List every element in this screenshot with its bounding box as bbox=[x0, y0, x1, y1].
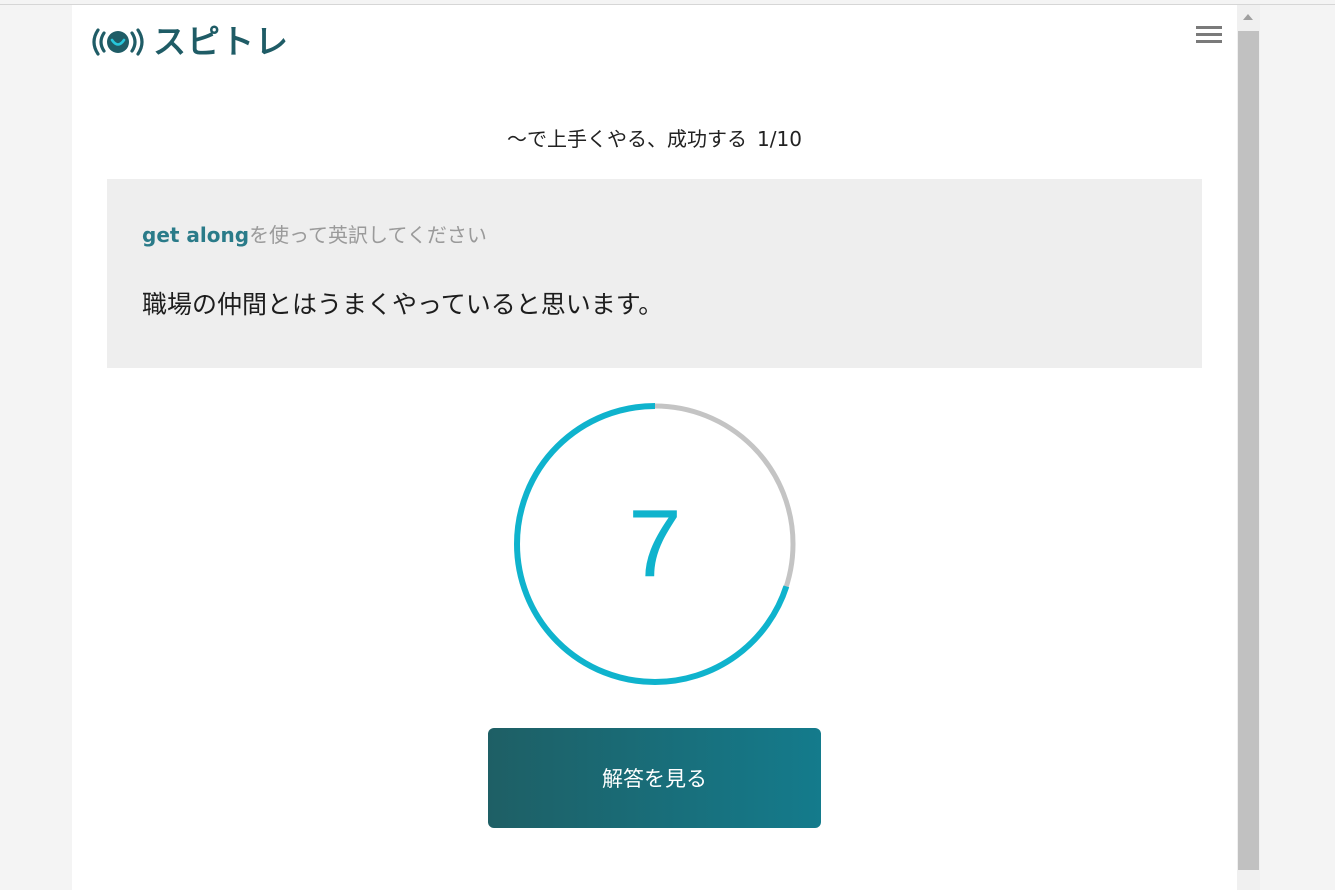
quiz-header: ～で上手くやる、成功する 1/10 bbox=[72, 123, 1237, 152]
page-content: スピトレ ～で上手くやる、成功する 1/10 get alongを使って英訳してく… bbox=[72, 5, 1237, 890]
app-logo[interactable]: スピトレ bbox=[89, 22, 289, 62]
scroll-thumb[interactable] bbox=[1238, 31, 1259, 870]
quiz-title: ～で上手くやる、成功する bbox=[507, 127, 748, 151]
question-counter: 1/10 bbox=[757, 127, 802, 151]
instruction-text: を使って英訳してください bbox=[249, 223, 487, 247]
question-prompt: 職場の仲間とはうまくやっていると思います。 bbox=[142, 290, 664, 319]
vertical-scrollbar[interactable] bbox=[1237, 5, 1260, 890]
question-instruction: get alongを使って英訳してください bbox=[142, 219, 487, 248]
timer-seconds: 7 bbox=[628, 490, 682, 597]
logo-wordmark: スピトレ bbox=[153, 22, 289, 61]
scroll-up-arrow-icon[interactable] bbox=[1243, 14, 1253, 20]
question-card: get alongを使って英訳してください 職場の仲間とはうまくやっていると思い… bbox=[107, 179, 1202, 368]
target-phrase: get along bbox=[142, 223, 250, 247]
logo-broadcast-icon bbox=[89, 23, 147, 61]
hamburger-menu-icon[interactable] bbox=[1192, 22, 1226, 48]
show-answer-button[interactable]: 解答を見る bbox=[488, 728, 821, 828]
countdown-timer: 7 bbox=[511, 400, 799, 688]
